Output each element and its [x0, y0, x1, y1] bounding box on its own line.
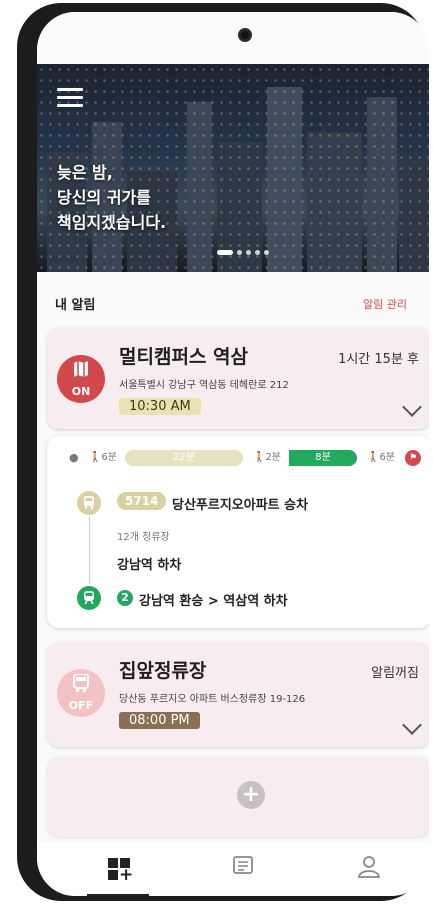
profile-icon[interactable]	[357, 854, 387, 884]
carousel-dot[interactable]	[255, 250, 260, 255]
alarm-toggle-badge[interactable]: OFF	[57, 669, 105, 717]
hero-banner[interactable]: 늦은 밤, 당신의 귀가를 책임지겠습니다.	[37, 64, 429, 272]
route-line	[89, 516, 90, 584]
alarm-address: 당산동 푸르지오 아파트 버스정류장 19-126	[119, 694, 306, 705]
hero-line-1: 늦은 밤,	[57, 163, 113, 182]
carousel-dot[interactable]	[237, 250, 242, 255]
alarm-status: OFF	[68, 699, 94, 712]
walk-time-1: 6분	[101, 452, 117, 463]
subway-time: 8분	[315, 452, 331, 463]
boarding-stop: 당산푸르지오아파트 승차	[172, 498, 309, 513]
active-tab-indicator	[87, 894, 149, 896]
add-alarm-card[interactable]: +	[47, 757, 429, 837]
subway-line-number: 2	[117, 590, 133, 606]
subway-icon	[77, 586, 101, 610]
hero-line-3: 책임지겠습니다.	[57, 213, 167, 232]
alarm-title: 멀티캠퍼스 역삼	[119, 346, 248, 368]
carousel-indicator[interactable]	[217, 250, 269, 255]
chevron-down-icon[interactable]	[402, 715, 422, 735]
alarm-card-on[interactable]: ON 멀티캠퍼스 역삼 1시간 15분 후 서울특별시 강남구 역삼동 테헤란로…	[47, 328, 429, 429]
status-bar	[37, 12, 429, 64]
bus-icon	[77, 491, 101, 515]
hero-line-2: 당신의 귀가를	[57, 188, 151, 207]
bus-icon	[57, 669, 105, 699]
bus-number-badge: 5714	[117, 492, 167, 510]
walk-segment: 🚶6분	[88, 452, 117, 463]
alarm-card-off[interactable]: OFF 집앞정류장 알림꺼짐 당산동 푸르지오 아파트 버스정류장 19-126…	[47, 642, 429, 747]
bus-time: 22분	[173, 452, 195, 463]
flag-icon: ⚑	[405, 450, 421, 466]
transfer-info: 강남역 환승 > 역삼역 하차	[139, 594, 288, 609]
alarm-status: ON	[71, 385, 91, 398]
manage-alarms-link[interactable]: 알림 관리	[363, 296, 407, 312]
alarm-remaining: 알림꺼짐	[371, 666, 419, 681]
route-detail-card: ● 🚶6분 22분 🚶2분 8분 🚶6분 ⚑ 5714 당산푸르지오아파트 승차…	[47, 436, 429, 628]
location-pin-icon: ●	[69, 451, 79, 464]
bus-segment: 22분	[125, 450, 243, 466]
walk-time-3: 6분	[379, 452, 395, 463]
carousel-dot[interactable]	[264, 250, 269, 255]
plus-icon[interactable]: +	[237, 781, 265, 809]
hero-slogan: 늦은 밤, 당신의 귀가를 책임지겠습니다.	[57, 160, 166, 235]
alight-stop: 강남역 하차	[117, 558, 182, 573]
chevron-down-icon[interactable]	[402, 397, 422, 417]
alarm-remaining: 1시간 15분 후	[338, 352, 419, 367]
alarm-toggle-badge[interactable]: ON	[57, 355, 105, 403]
carousel-dot[interactable]	[246, 250, 251, 255]
alarm-address: 서울특별시 강남구 역삼동 테헤란로 212	[119, 380, 289, 391]
carousel-dot-active[interactable]	[217, 250, 233, 255]
walk-segment: 🚶6분	[366, 452, 395, 463]
route-summary-bar: ● 🚶6분 22분 🚶2분 8분 🚶6분 ⚑	[67, 450, 421, 466]
bottom-navigation: +	[37, 842, 429, 896]
phone-frame: 늦은 밤, 당신의 귀가를 책임지겠습니다. 내 알림 알림 관리 ON 멀티캠…	[17, 3, 429, 901]
walk-segment: 🚶2분	[252, 452, 281, 463]
map-icon	[57, 355, 105, 385]
front-camera	[238, 28, 252, 42]
app-screen: 늦은 밤, 당신의 귀가를 책임지겠습니다. 내 알림 알림 관리 ON 멀티캠…	[37, 12, 429, 896]
walk-time-2: 2분	[265, 452, 281, 463]
alarm-time[interactable]: 10:30 AM	[119, 398, 201, 415]
stop-count: 12개 정류장	[117, 532, 170, 543]
menu-icon[interactable]	[57, 88, 83, 108]
alarm-title: 집앞정류장	[119, 660, 207, 682]
dashboard-add-icon[interactable]: +	[106, 854, 136, 885]
list-icon[interactable]	[232, 854, 262, 884]
section-title: 내 알림	[55, 298, 96, 313]
subway-segment: 8분	[289, 450, 357, 466]
alarm-time[interactable]: 08:00 PM	[119, 712, 200, 729]
